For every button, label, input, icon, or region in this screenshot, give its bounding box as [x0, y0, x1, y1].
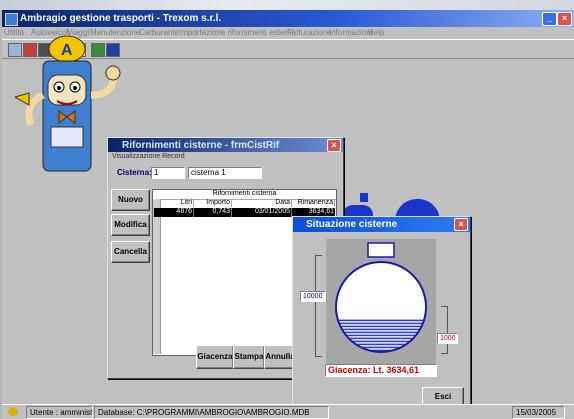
capacity-bracket [315, 255, 322, 357]
rifornimenti-titlebar: Rifornimenti cisterne - frmCistRif × [108, 138, 343, 152]
column-header-data[interactable]: Data [232, 199, 292, 207]
menu-help[interactable]: Help [368, 28, 384, 37]
cell-importo: 0,743 [194, 208, 232, 217]
column-header-litri[interactable]: Litri [160, 199, 194, 207]
desktop-strip [0, 0, 574, 10]
cisterna-name-field[interactable]: cisterna 1 [188, 167, 262, 179]
giacenza-button[interactable]: Giacenza [196, 345, 234, 369]
cisterna-label: Cisterna: [117, 168, 152, 177]
status-database: Database: C:\PROGRAMMI\AMBROGIO\AMBROGIO… [94, 406, 329, 419]
tank-graphic [335, 242, 427, 353]
main-title: Ambragio gestione trasporti - Trexom s.r… [20, 13, 222, 24]
app-icon [5, 13, 18, 26]
rifornimenti-title: Rifornimenti cisterne - frmCistRif [122, 140, 280, 151]
cancella-button[interactable]: Cancella [111, 241, 150, 263]
capacity-value: 10000 [300, 291, 326, 302]
svg-text:A: A [61, 42, 73, 59]
status-user: Utente : amministratore [26, 406, 93, 419]
background-decoration [360, 193, 368, 202]
row-selector-column [153, 199, 161, 354]
situazione-title: Situazione cisterne [306, 219, 398, 230]
menu-importazione[interactable]: Importazione rifornimenti esterni [179, 28, 293, 37]
status-date: 15/03/2005 [512, 406, 565, 419]
nuovo-button[interactable]: Nuovo [111, 189, 150, 211]
column-header-importo[interactable]: Importo [194, 199, 232, 207]
giacenza-display: Giacenza: Lt. 3634,61 [325, 364, 437, 377]
situazione-close-icon[interactable]: × [454, 218, 468, 231]
rifornimenti-close-icon[interactable]: × [327, 139, 341, 152]
menu-carburante[interactable]: Carburante [139, 28, 179, 37]
situazione-window: Situazione cisterne × 10000 1000 Giacenz… [292, 216, 471, 410]
view-mode-label: Visualizzazione Record [112, 153, 185, 160]
status-bar: Utente : amministratore Database: C:\PRO… [2, 404, 574, 419]
main-titlebar: Ambragio gestione trasporti - Trexom s.r… [2, 10, 574, 27]
stampa-button[interactable]: Stampa [233, 345, 265, 369]
menu-fatturazione[interactable]: Fatturazione [287, 28, 331, 37]
cell-litri: 4876 [160, 208, 194, 217]
cell-data: 03/01/2005 [232, 208, 292, 217]
modifica-button[interactable]: Modifica [111, 214, 150, 236]
close-icon[interactable]: × [557, 12, 572, 26]
cisterna-number-field[interactable]: 1 [151, 167, 185, 179]
situazione-titlebar: Situazione cisterne × [293, 217, 470, 232]
column-header-rimanenza[interactable]: Rimanenza [292, 199, 335, 207]
minimize-icon[interactable]: _ [542, 12, 557, 26]
tank-panel [326, 239, 436, 373]
level-value: 1000 [437, 333, 458, 344]
menu-informazioni[interactable]: Informazioni [329, 28, 373, 37]
user-icon [8, 407, 18, 416]
tank-cap [367, 242, 395, 258]
level-bracket [441, 306, 448, 354]
